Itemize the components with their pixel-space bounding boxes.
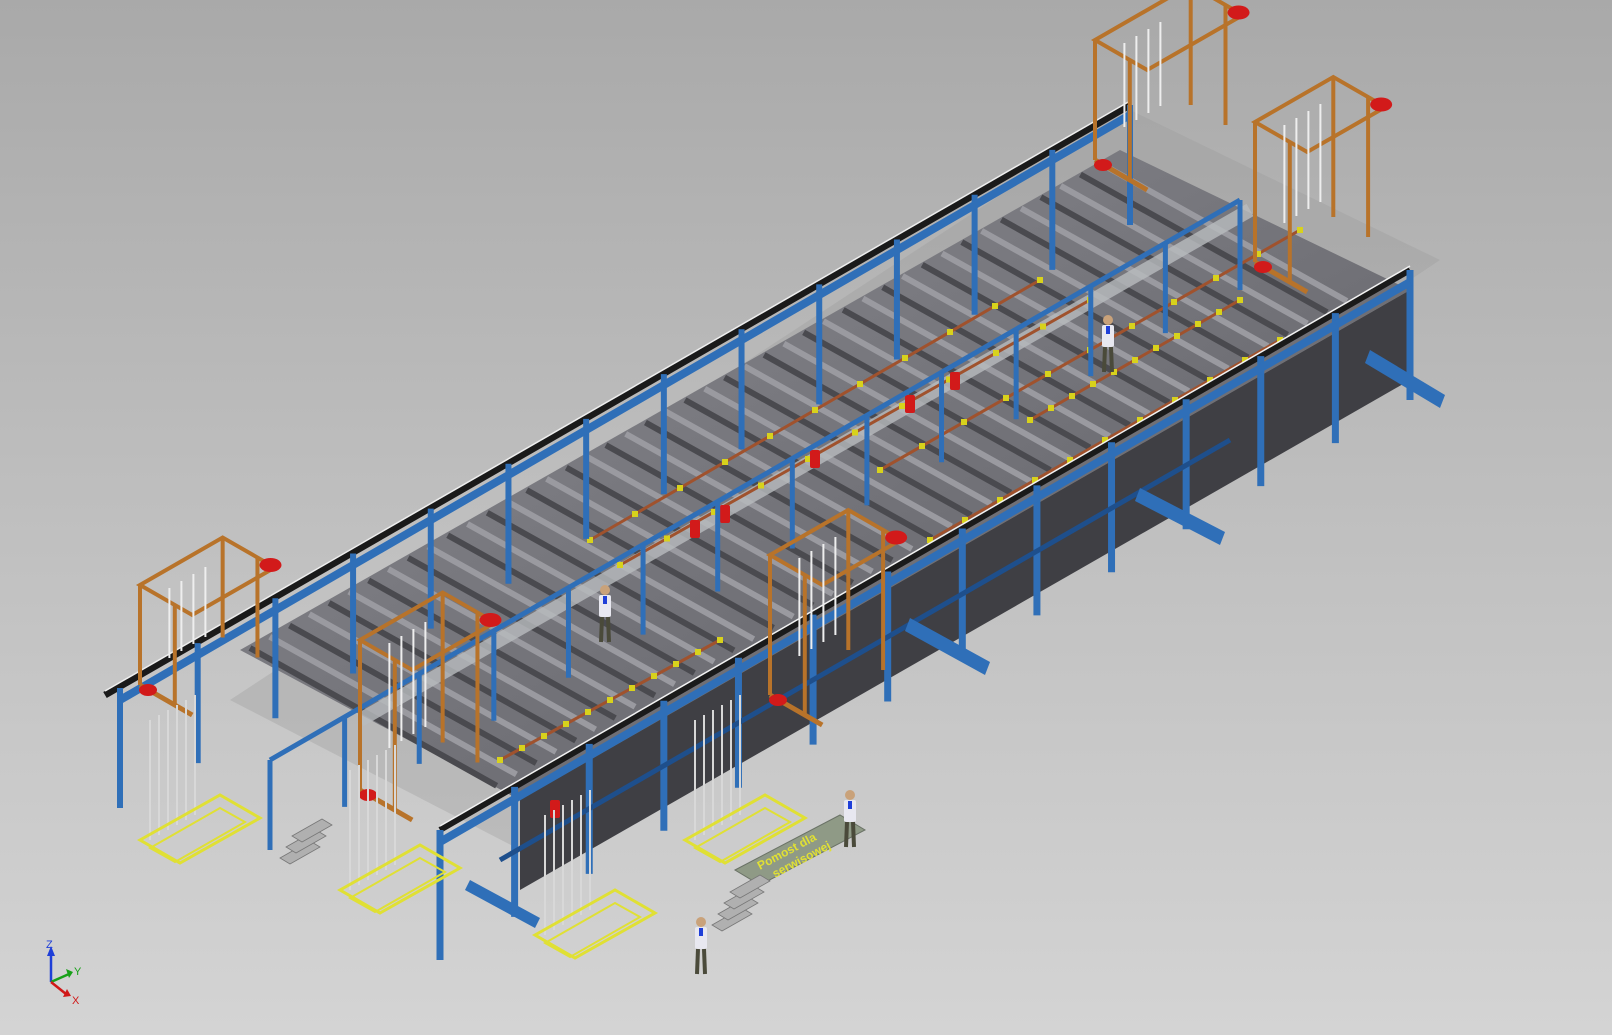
worker-leg [844,821,849,848]
bus-clamp [857,381,863,387]
bus-clamp [877,467,883,473]
y-axis-label: Y [74,966,82,978]
bus-clamp [617,562,623,568]
bus-clamp [629,685,635,691]
bus-clamp [1171,299,1177,305]
bus-clamp [767,433,773,439]
bus-clamp [541,733,547,739]
worker-head [696,917,706,927]
bus-clamp [947,329,953,335]
bus-clamp [1174,333,1180,339]
gantry-motor [259,558,282,572]
bus-clamp [519,745,525,751]
bus-clamp [993,350,999,356]
worker-logo [848,801,852,809]
service-stairs [711,874,771,932]
bus-clamp [1040,323,1046,330]
bus-clamp [722,459,728,465]
rectifier-unit [950,372,960,390]
gantry-hoist-motor [1254,261,1272,273]
worker-leg [599,616,604,643]
bus-clamp [1153,345,1159,351]
gantry-hoist-motor [139,684,157,696]
left-stairs [279,818,333,865]
bus-clamp [607,697,613,703]
bus-clamp [992,303,998,309]
worker-leg [1109,346,1114,373]
bus-clamp [651,673,657,679]
bus-clamp [1237,297,1243,303]
bus-clamp [1129,323,1135,329]
bus-clamp [1069,393,1075,399]
bus-clamp [673,661,679,667]
rectifier-unit [720,505,730,523]
bus-clamp [563,721,569,727]
bus-clamp [695,649,701,655]
rectifier-unit [690,520,700,538]
bus-clamp [1090,381,1096,387]
gantry-motor [885,530,908,545]
worker-leg [851,821,856,848]
rectifier-unit [905,395,915,413]
x-axis-label: X [72,995,80,1007]
gantry-top-frame [135,535,279,618]
operator-front [695,917,707,975]
rectifier-unit [810,450,820,468]
bus-clamp [812,407,818,413]
bus-clamp [664,535,670,542]
worker-leg [702,948,707,975]
bus-clamp [717,637,723,643]
bus-clamp [677,485,683,491]
bus-clamp [1213,275,1219,281]
worker-logo [603,596,607,604]
bus-clamp [899,403,905,409]
z-axis-label: Z [46,939,53,951]
worker-logo [1106,326,1110,334]
cad-viewport[interactable]: Pomost dla serwisowej Z Y X [0,0,1612,1035]
coordinate-triad: Z Y X [36,938,96,1008]
bus-clamp [1003,395,1009,401]
gantry-top-frame [1090,0,1247,73]
x-axis-arrow [50,981,67,995]
bus-clamp [961,419,967,425]
electroplating-line-model[interactable]: Pomost dla serwisowej [0,0,1612,1035]
bus-clamp [852,429,858,436]
worker-head [600,585,610,595]
gantry-hoist-motor [1094,159,1112,171]
operator-platform [844,790,856,848]
gantry-motor [479,613,502,627]
bus-clamp [632,511,638,517]
bus-clamp [1027,417,1033,423]
bus-clamp [497,757,503,763]
bus-clamp [758,482,764,489]
bus-clamp [902,355,908,361]
bus-clamp [1045,371,1051,377]
bus-clamp [1037,277,1043,283]
worker-leg [606,616,611,643]
bus-clamp [1195,321,1201,327]
worker-logo [699,928,703,936]
bus-clamp [1297,227,1303,233]
worker-leg [1102,346,1107,373]
bus-clamp [1048,405,1054,411]
bus-clamp [1132,357,1138,363]
worker-leg [695,948,700,975]
worker-head [1103,315,1113,325]
gantry-motor [1370,97,1393,112]
gantry-hoist-motor [769,694,787,706]
worker-head [845,790,855,800]
bus-clamp [1216,309,1222,315]
y-axis-arrow [50,972,70,984]
bus-clamp [919,443,925,449]
bus-clamp [585,709,591,715]
gantry-motor [1227,5,1250,20]
